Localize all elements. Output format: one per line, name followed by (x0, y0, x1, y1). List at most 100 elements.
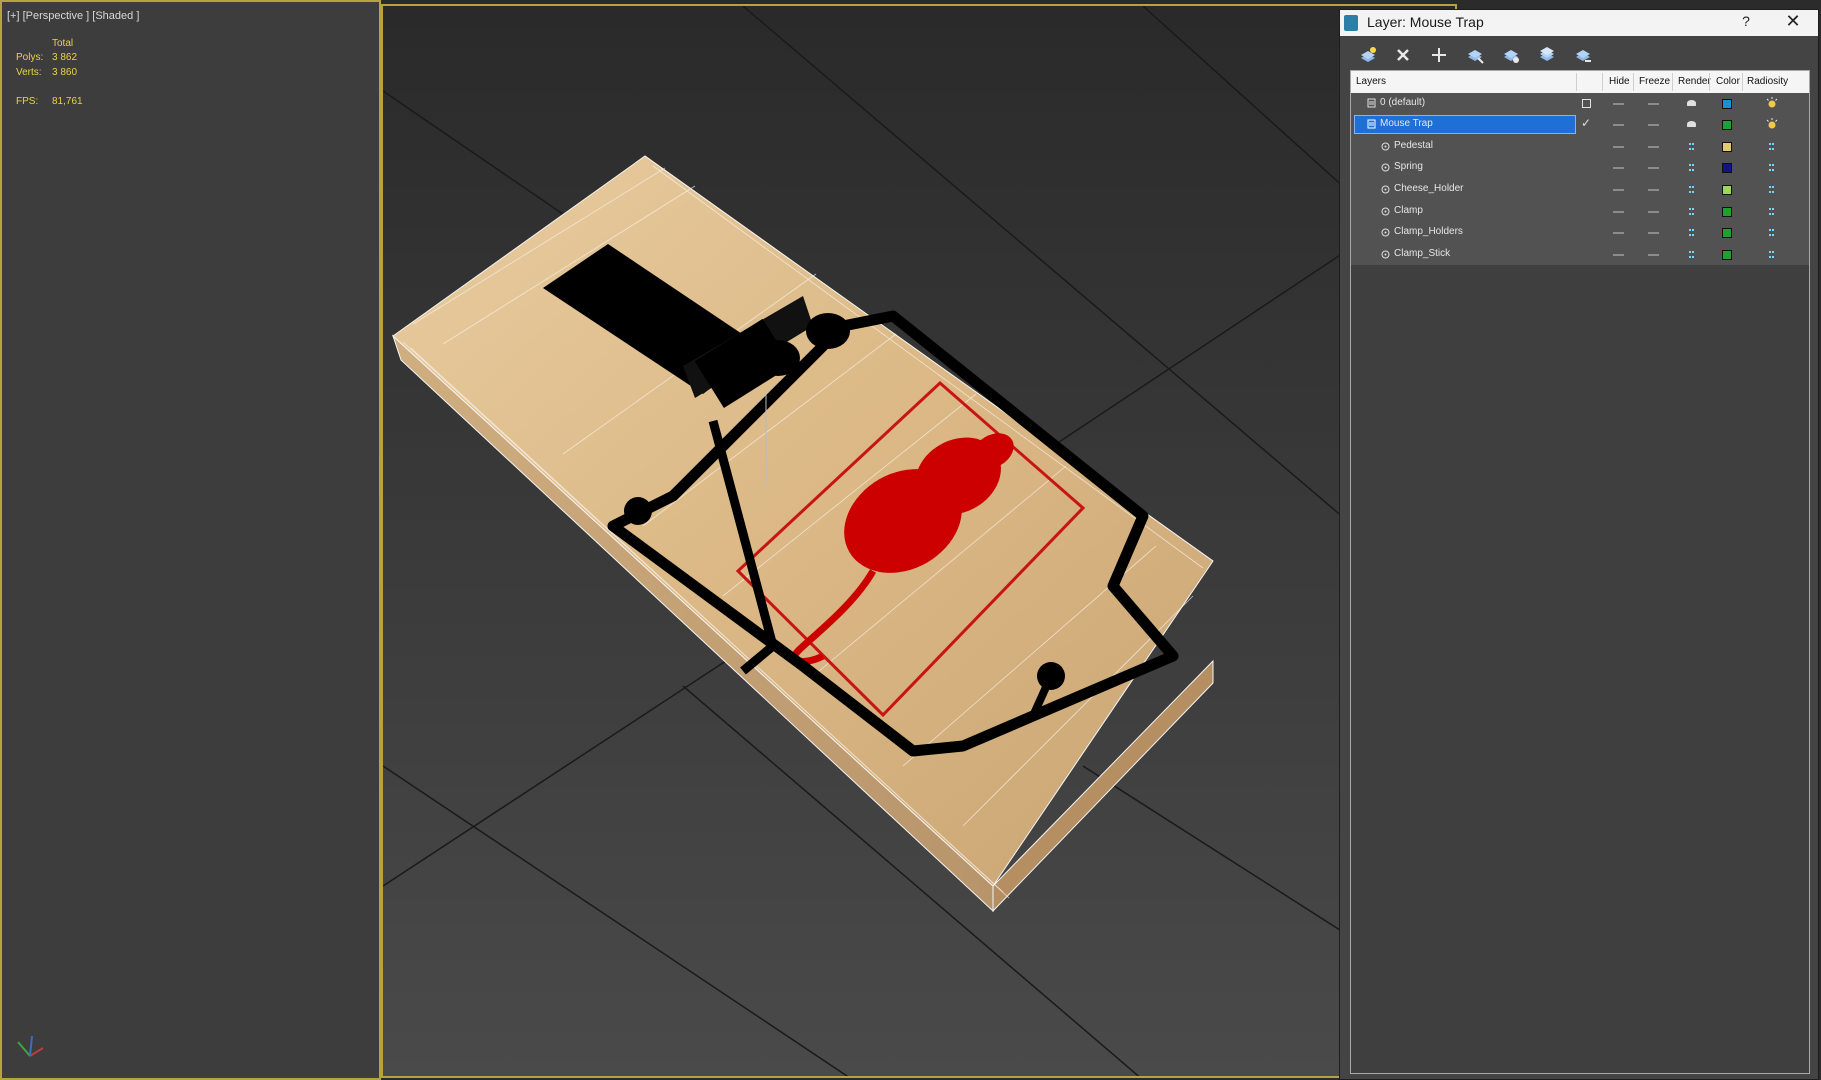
radiosity-inherit-icon[interactable] (1769, 164, 1774, 171)
render-inherit-icon[interactable] (1689, 251, 1694, 258)
app-logo-icon (1344, 15, 1358, 31)
polys-value: 3 862 (52, 52, 78, 63)
layer-toolbar (1340, 38, 1818, 74)
freeze-toggle[interactable] (1648, 103, 1659, 105)
render-inherit-icon[interactable] (1689, 164, 1694, 171)
col-hide[interactable]: Hide (1609, 76, 1630, 87)
radiosity-inherit-icon[interactable] (1769, 186, 1774, 193)
stats-total-label: Total (52, 38, 74, 49)
layer-rows: 0 (default) Mouse Trap ✓ Pedestal Spring… (1351, 93, 1809, 265)
layers-list[interactable]: Layers Hide Freeze Render Color Radiosit… (1350, 70, 1810, 1074)
layer-name: 0 (default) (1380, 97, 1426, 108)
freeze-toggle[interactable] (1648, 254, 1659, 256)
verts-label: Verts: (16, 67, 42, 78)
freeze-toggle[interactable] (1648, 124, 1659, 126)
object-name: Clamp (1394, 205, 1423, 216)
fps-label: FPS: (16, 96, 39, 107)
axis-tripod-icon (17, 1035, 44, 1057)
layer-icon (1367, 119, 1376, 129)
fps-value: 81,761 (52, 96, 83, 107)
freeze-toggle[interactable] (1648, 146, 1659, 148)
hide-toggle[interactable] (1613, 103, 1624, 105)
object-teapot-icon (1381, 250, 1390, 259)
statistics-viewport[interactable]: [+] [Perspective ] [Shaded ] Total Polys… (0, 0, 381, 1080)
perspective-viewport[interactable] (381, 4, 1457, 1078)
col-render[interactable]: Render (1678, 76, 1711, 87)
hide-toggle[interactable] (1613, 232, 1624, 234)
radiosity-inherit-icon[interactable] (1769, 251, 1774, 258)
layer-explorer-panel[interactable]: Layer: Mouse Trap ? ✕ Layers Hide Freeze… (1339, 9, 1819, 1080)
hide-toggle[interactable] (1613, 211, 1624, 213)
object-color-swatch[interactable] (1722, 228, 1732, 238)
current-layer-toggle[interactable] (1582, 99, 1591, 108)
object-name: Cheese_Holder (1394, 183, 1464, 194)
object-name: Spring (1394, 161, 1423, 172)
help-button[interactable]: ? (1736, 13, 1756, 29)
object-color-swatch[interactable] (1722, 250, 1732, 260)
object-color-swatch[interactable] (1722, 185, 1732, 195)
freeze-toggle[interactable] (1648, 189, 1659, 191)
hide-all-icon[interactable] (1536, 44, 1558, 66)
freeze-toggle[interactable] (1648, 167, 1659, 169)
select-objects-icon[interactable] (1464, 44, 1486, 66)
hide-toggle[interactable] (1613, 124, 1624, 126)
object-teapot-icon (1381, 185, 1390, 194)
object-teapot-icon (1381, 163, 1390, 172)
hide-toggle[interactable] (1613, 167, 1624, 169)
col-color[interactable]: Color (1716, 76, 1740, 87)
layer-row-mouse-trap[interactable]: Mouse Trap ✓ (1351, 114, 1809, 135)
object-teapot-icon (1381, 142, 1390, 151)
object-row-clamp[interactable]: Clamp (1351, 201, 1809, 222)
layer-row-default[interactable]: 0 (default) (1351, 93, 1809, 114)
render-teapot-icon[interactable] (1687, 121, 1696, 127)
freeze-toggle[interactable] (1648, 211, 1659, 213)
panel-titlebar[interactable]: Layer: Mouse Trap ? ✕ (1340, 10, 1818, 36)
col-freeze[interactable]: Freeze (1639, 76, 1670, 87)
hide-toggle[interactable] (1613, 146, 1624, 148)
object-color-swatch[interactable] (1722, 163, 1732, 173)
freeze-all-icon[interactable] (1572, 44, 1594, 66)
layer-color-swatch[interactable] (1722, 120, 1732, 130)
select-layer-icon[interactable] (1500, 44, 1522, 66)
radiosity-sun-icon[interactable] (1765, 96, 1779, 108)
layer-icon (1367, 98, 1376, 108)
create-layer-icon[interactable] (1357, 44, 1379, 66)
radiosity-sun-icon[interactable] (1765, 117, 1779, 129)
viewport-label[interactable]: [+] [Perspective ] [Shaded ] (7, 10, 139, 22)
object-row-clamp-stick[interactable]: Clamp_Stick (1351, 244, 1809, 265)
radiosity-inherit-icon[interactable] (1769, 229, 1774, 236)
scene-render (383, 6, 1455, 1076)
verts-value: 3 860 (52, 67, 78, 78)
object-name: Pedestal (1394, 140, 1433, 151)
col-layers[interactable]: Layers (1356, 76, 1386, 87)
object-row-pedestal[interactable]: Pedestal (1351, 136, 1809, 157)
polys-label: Polys: (16, 52, 44, 63)
freeze-toggle[interactable] (1648, 232, 1659, 234)
radiosity-inherit-icon[interactable] (1769, 143, 1774, 150)
col-radiosity[interactable]: Radiosity (1747, 76, 1788, 87)
hide-toggle[interactable] (1613, 254, 1624, 256)
object-teapot-icon (1381, 228, 1390, 237)
layer-name: Mouse Trap (1380, 118, 1433, 129)
object-name: Clamp_Stick (1394, 248, 1451, 259)
hide-toggle[interactable] (1613, 189, 1624, 191)
object-color-swatch[interactable] (1722, 142, 1732, 152)
delete-layer-icon[interactable] (1392, 44, 1414, 66)
render-teapot-icon[interactable] (1687, 100, 1696, 106)
render-inherit-icon[interactable] (1689, 143, 1694, 150)
object-color-swatch[interactable] (1722, 207, 1732, 217)
object-row-clamp-holders[interactable]: Clamp_Holders (1351, 222, 1809, 243)
object-row-cheese-holder[interactable]: Cheese_Holder (1351, 179, 1809, 200)
add-to-layer-icon[interactable] (1428, 44, 1450, 66)
render-inherit-icon[interactable] (1689, 229, 1694, 236)
object-teapot-icon (1381, 207, 1390, 216)
object-row-spring[interactable]: Spring (1351, 157, 1809, 178)
column-header: Layers Hide Freeze Render Color Radiosit… (1351, 71, 1809, 93)
render-inherit-icon[interactable] (1689, 186, 1694, 193)
panel-title: Layer: Mouse Trap (1367, 14, 1484, 30)
current-layer-check-icon[interactable]: ✓ (1581, 116, 1591, 130)
close-button[interactable]: ✕ (1780, 11, 1806, 32)
render-inherit-icon[interactable] (1689, 208, 1694, 215)
radiosity-inherit-icon[interactable] (1769, 208, 1774, 215)
layer-color-swatch[interactable] (1722, 99, 1732, 109)
